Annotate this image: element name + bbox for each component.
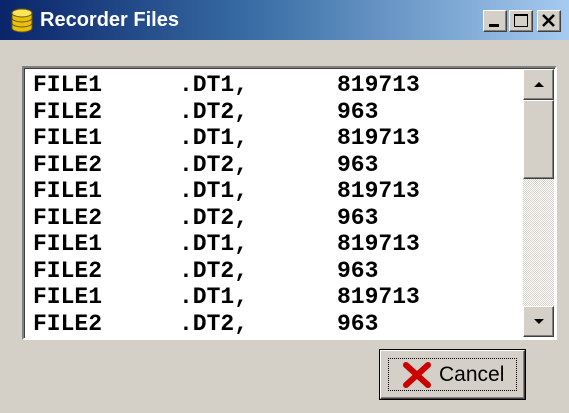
file-name: FILE1: [33, 337, 102, 338]
scroll-thumb[interactable]: [523, 100, 554, 179]
file-extension: .DT1,: [179, 284, 249, 310]
minimize-button[interactable]: [483, 10, 507, 32]
title-bar[interactable]: Recorder Files: [0, 0, 569, 40]
list-item[interactable]: FILE1 .DT1, 819713: [33, 178, 523, 205]
list-item[interactable]: FILE2 .DT2, 963: [33, 205, 523, 232]
file-size: 819713: [337, 178, 420, 204]
arrow-down-icon: [534, 319, 544, 324]
list-item[interactable]: FILE2 .DT2, 963: [33, 258, 523, 285]
file-name: FILE1: [33, 72, 103, 98]
list-item[interactable]: FILE1 .DT1, 819713: [33, 125, 523, 152]
file-size: 963: [337, 151, 379, 178]
file-extension: .DT1,: [179, 337, 248, 338]
file-list[interactable]: FILE1 .DT1, 819713 FILE2 .DT2, 963 FILE1 .DT1, 8…: [22, 66, 557, 340]
file-name: FILE1: [33, 178, 103, 204]
file-size: 819713: [337, 125, 420, 151]
list-item[interactable]: FILE1 .DT1, 819713: [33, 337, 523, 338]
scroll-up-button[interactable]: [523, 69, 554, 100]
file-extension: .DT2,: [179, 151, 249, 178]
minimize-icon: [489, 24, 499, 27]
file-size: 963: [337, 98, 379, 125]
maximize-button[interactable]: [509, 10, 533, 32]
file-name: FILE2: [33, 98, 103, 125]
file-size: 819713: [337, 337, 420, 338]
file-extension: .DT2,: [179, 98, 249, 125]
list-item[interactable]: FILE2 .DT2, 963: [33, 311, 523, 338]
file-extension: .DT1,: [179, 231, 249, 257]
database-icon: [10, 8, 34, 34]
file-extension: .DT2,: [179, 310, 249, 337]
close-icon: [542, 14, 555, 27]
file-name: FILE2: [33, 151, 103, 178]
file-size: 819713: [337, 72, 420, 98]
file-name: FILE1: [33, 231, 103, 257]
file-rows: FILE1 .DT1, 819713 FILE2 .DT2, 963 FILE1 .DT1, 8…: [33, 72, 523, 338]
list-item[interactable]: FILE2 .DT2, 963: [33, 152, 523, 179]
arrow-up-icon: [534, 82, 544, 87]
list-item[interactable]: FILE2 .DT2, 963: [33, 99, 523, 126]
vertical-scrollbar[interactable]: [523, 69, 554, 337]
file-extension: .DT2,: [179, 204, 249, 231]
list-item[interactable]: FILE1 .DT1, 819713: [33, 231, 523, 258]
file-size: 819713: [337, 284, 420, 310]
scroll-down-button[interactable]: [523, 306, 554, 337]
file-size: 963: [337, 310, 379, 337]
list-item[interactable]: FILE1 .DT1, 819713: [33, 72, 523, 99]
close-button[interactable]: [537, 10, 561, 32]
file-size: 819713: [337, 231, 420, 257]
file-name: FILE2: [33, 310, 103, 337]
cancel-button[interactable]: Cancel: [379, 349, 526, 400]
file-name: FILE2: [33, 204, 103, 231]
file-extension: .DT1,: [179, 72, 249, 98]
cancel-label: Cancel: [439, 363, 505, 386]
file-name: FILE1: [33, 284, 103, 310]
file-size: 963: [337, 257, 379, 284]
file-name: FILE2: [33, 257, 103, 284]
red-x-icon: [403, 362, 431, 388]
file-extension: .DT1,: [179, 178, 249, 204]
list-item[interactable]: FILE1 .DT1, 819713: [33, 284, 523, 311]
file-extension: .DT2,: [179, 257, 249, 284]
file-size: 963: [337, 204, 379, 231]
file-extension: .DT1,: [179, 125, 249, 151]
window-title: Recorder Files: [40, 9, 179, 31]
file-name: FILE1: [33, 125, 103, 151]
maximize-icon: [514, 14, 528, 27]
